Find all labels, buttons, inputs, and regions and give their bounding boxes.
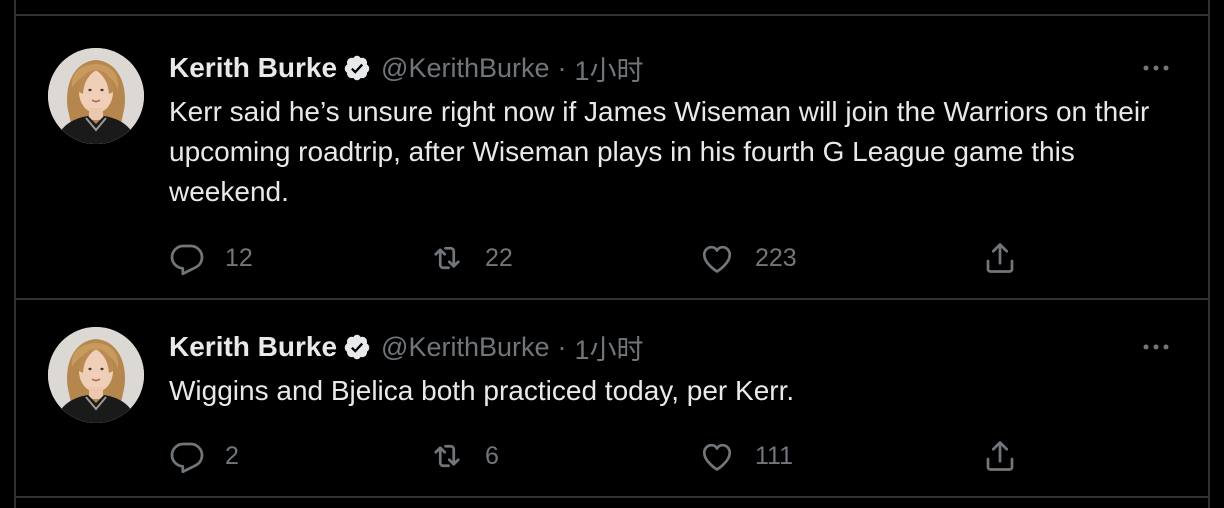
timestamp[interactable]: 1小时 <box>575 49 644 88</box>
like-icon <box>699 240 735 276</box>
reply-count: 12 <box>225 243 253 272</box>
retweet-count: 22 <box>485 243 513 272</box>
more-icon <box>1141 342 1171 352</box>
retweet-count: 6 <box>485 441 499 470</box>
retweet-button[interactable]: 22 <box>429 238 513 278</box>
retweet-icon <box>429 438 465 474</box>
avatar[interactable] <box>48 48 144 144</box>
tweet-text: Wiggins and Bjelica both practiced today… <box>169 375 795 406</box>
avatar[interactable] <box>48 327 144 423</box>
author-handle[interactable]: @KerithBurke <box>381 332 549 363</box>
tweet-text: Kerr said he’s unsure right now if James… <box>169 96 1150 207</box>
share-icon <box>982 438 1018 474</box>
like-count: 111 <box>755 441 794 470</box>
timeline: Kerith Burke @KerithBurke · 1小时 Kerr sai… <box>14 0 1210 508</box>
avatar-image <box>48 327 144 423</box>
avatar-image <box>48 48 144 144</box>
share-button[interactable] <box>982 436 1018 476</box>
separator: · <box>557 331 567 362</box>
timestamp[interactable]: 1小时 <box>575 328 644 367</box>
share-icon <box>982 240 1018 276</box>
reply-icon <box>169 438 205 474</box>
tweet-header: Kerith Burke @KerithBurke · 1小时 <box>169 329 644 365</box>
like-button[interactable]: 111 <box>699 436 793 476</box>
reply-count: 2 <box>225 441 239 470</box>
share-button[interactable] <box>982 238 1018 278</box>
tweet[interactable]: Kerith Burke @KerithBurke · 1小时 Wiggins … <box>16 300 1208 498</box>
retweet-icon <box>429 240 465 276</box>
verified-badge-icon <box>343 54 371 82</box>
author-name[interactable]: Kerith Burke <box>169 331 337 363</box>
reply-button[interactable]: 2 <box>169 436 239 476</box>
more-options-button[interactable] <box>1138 337 1174 357</box>
author-name[interactable]: Kerith Burke <box>169 52 337 84</box>
tweet-header: Kerith Burke @KerithBurke · 1小时 <box>169 50 644 86</box>
more-options-button[interactable] <box>1138 58 1174 78</box>
reply-button[interactable]: 12 <box>169 238 253 278</box>
tweet[interactable]: Kerith Burke @KerithBurke · 1小时 Kerr sai… <box>16 16 1208 300</box>
verified-badge-icon <box>343 333 371 361</box>
like-count: 223 <box>755 243 797 272</box>
retweet-button[interactable]: 6 <box>429 436 499 476</box>
like-icon <box>699 438 735 474</box>
author-handle[interactable]: @KerithBurke <box>381 53 549 84</box>
separator: · <box>557 52 567 83</box>
more-icon <box>1141 63 1171 73</box>
like-button[interactable]: 223 <box>699 238 797 278</box>
divider <box>16 496 1208 498</box>
reply-icon <box>169 240 205 276</box>
